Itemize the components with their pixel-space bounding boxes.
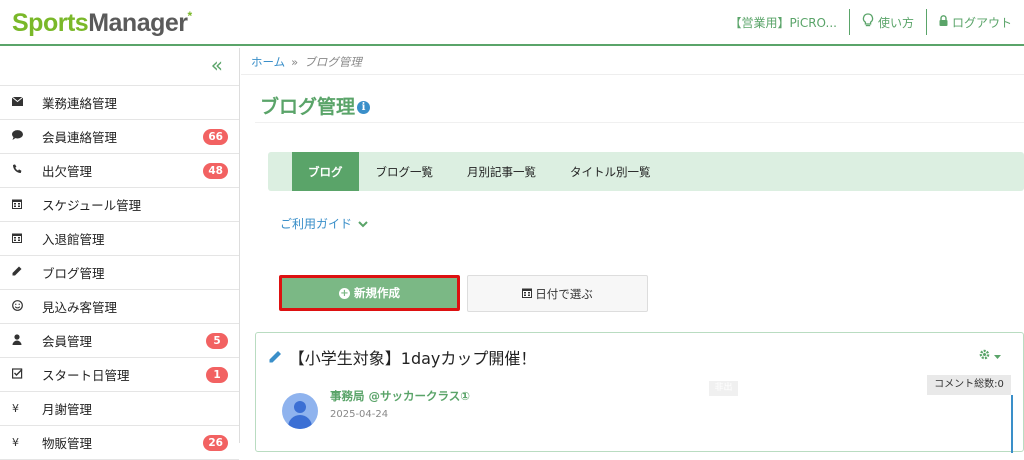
unread-badge: 1 <box>206 367 228 383</box>
pencil-icon <box>12 266 42 279</box>
sidebar-item-label: 業務連絡管理 <box>42 96 118 111</box>
info-icon[interactable]: i <box>357 101 371 114</box>
breadcrumb-current: ブログ管理 <box>304 55 362 69</box>
sidebar-item-label: スタート日管理 <box>42 368 130 383</box>
select-by-date-label: 日付で選ぶ <box>535 286 593 301</box>
select-by-date-button[interactable]: 日付で選ぶ <box>467 275 648 312</box>
sidebar-item-merchandise[interactable]: ¥ 物販管理 26 <box>0 426 239 460</box>
chevron-down-icon <box>358 217 368 231</box>
new-post-label: 新規作成 <box>354 286 400 300</box>
sidebar-item-business-contact[interactable]: 業務連絡管理 <box>0 86 239 120</box>
smile-icon <box>12 299 42 314</box>
sidebar-item-monthly-fee[interactable]: ¥ 月謝管理 <box>0 392 239 426</box>
logo-text-sports: Sports <box>12 9 89 37</box>
avatar-body <box>288 415 312 429</box>
yen-icon: ¥ <box>12 402 19 415</box>
unread-badge: 66 <box>203 129 228 145</box>
post-title[interactable]: 【小学生対象】1dayカップ開催！ <box>268 345 536 369</box>
sidebar-item-label: 見込み客管理 <box>42 300 118 315</box>
sidebar-item-label: 月謝管理 <box>42 402 93 417</box>
page-title-text: ブログ管理 <box>260 96 356 118</box>
unread-badge: 5 <box>206 333 228 349</box>
sidebar-item-label: 会員管理 <box>42 334 93 349</box>
sidebar-item-entry-exit[interactable]: 入退館管理 <box>0 222 239 256</box>
sidebar-item-label: 出欠管理 <box>42 164 93 179</box>
post-date: 2025-04-24 <box>330 409 389 420</box>
logout-link[interactable]: ログアウト <box>927 8 1024 36</box>
sidebar-item-start-date[interactable]: スタート日管理 1 <box>0 358 239 392</box>
pencil-icon <box>268 350 287 368</box>
sidebar-item-label: ブログ管理 <box>42 266 105 281</box>
top-right-menu: 【営業用】PiCRO... 使い方 ログアウト <box>718 8 1024 36</box>
phone-icon <box>12 164 42 177</box>
post-settings-dropdown[interactable] <box>979 349 1001 363</box>
sidebar-collapse-button[interactable]: « <box>0 48 239 86</box>
sidebar-item-members[interactable]: 会員管理 5 <box>0 324 239 358</box>
calendar-icon <box>12 198 42 212</box>
logout-label: ログアウト <box>951 15 1012 30</box>
unread-badge: 26 <box>203 435 228 451</box>
lightbulb-icon <box>862 13 874 31</box>
sidebar-item-label: スケジュール管理 <box>42 198 142 213</box>
plus-circle-icon: + <box>339 287 350 299</box>
avatar <box>282 393 318 429</box>
gear-icon <box>979 349 994 363</box>
usage-guide-label: ご利用ガイド <box>280 217 353 231</box>
user-icon <box>12 333 42 348</box>
blog-post-card: 【小学生対象】1dayカップ開催！ 非出 コメント総数:0 事務局 @サッカーク… <box>255 332 1024 453</box>
breadcrumb: ホーム » ブログ管理 <box>251 54 362 70</box>
comment-count: コメント総数:0 <box>927 375 1011 395</box>
comment-indicator <box>1011 395 1013 453</box>
breadcrumb-separator: » <box>291 55 299 69</box>
status-badge: 非出 <box>709 381 738 396</box>
tab-by-title[interactable]: タイトル別一覧 <box>553 152 668 191</box>
logo-text-manager: Manager <box>88 9 188 37</box>
help-label: 使い方 <box>877 15 914 30</box>
tab-blog[interactable]: ブログ <box>292 152 359 191</box>
breadcrumb-home-link[interactable]: ホーム <box>251 55 285 69</box>
post-author[interactable]: 事務局 @サッカークラス① <box>330 388 470 404</box>
tab-blog-list[interactable]: ブログ一覧 <box>359 152 451 191</box>
sidebar: « 業務連絡管理 会員連絡管理 66 出欠管理 48 スケジュール管理 入退館管… <box>0 48 240 460</box>
caret-down-icon <box>994 349 1001 363</box>
logo-star: * <box>187 9 193 23</box>
double-chevron-left-icon: « <box>210 53 223 77</box>
new-post-button[interactable]: + 新規作成 <box>279 275 460 311</box>
calendar-icon <box>522 287 533 301</box>
check-square-icon <box>12 367 42 382</box>
sidebar-item-blog[interactable]: ブログ管理 <box>0 256 239 290</box>
help-link[interactable]: 使い方 <box>850 8 926 36</box>
divider <box>241 74 1024 75</box>
sidebar-item-member-contact[interactable]: 会員連絡管理 66 <box>0 120 239 154</box>
sidebar-item-attendance[interactable]: 出欠管理 48 <box>0 154 239 188</box>
sportsmanager-logo[interactable]: SportsManager* <box>12 9 192 38</box>
account-label: 【営業用】PiCRO... <box>729 15 837 30</box>
top-bar: SportsManager* 【営業用】PiCRO... 使い方 ログアウト <box>0 0 1024 46</box>
unread-badge: 48 <box>203 163 228 179</box>
main-content: ホーム» ブログ管理 ブログ管理 i ブログ ブログ一覧 月別記事一覧 タイトル別一… <box>241 48 1024 453</box>
divider <box>255 122 1024 123</box>
tab-monthly-articles[interactable]: 月別記事一覧 <box>450 152 553 191</box>
tab-bar: ブログ ブログ一覧 月別記事一覧 タイトル別一覧 <box>268 152 1024 191</box>
comment-icon <box>12 130 42 143</box>
calendar-icon <box>12 232 42 246</box>
account-link[interactable]: 【営業用】PiCRO... <box>718 8 849 36</box>
avatar-head <box>294 401 306 413</box>
sidebar-item-prospects[interactable]: 見込み客管理 <box>0 290 239 324</box>
sidebar-item-schedule[interactable]: スケジュール管理 <box>0 188 239 222</box>
sidebar-item-label: 入退館管理 <box>42 232 105 247</box>
usage-guide-toggle[interactable]: ご利用ガイド <box>280 215 368 232</box>
post-title-text: 【小学生対象】1dayカップ開催！ <box>288 349 537 368</box>
page-title: ブログ管理 i <box>260 92 371 119</box>
sidebar-item-label: 会員連絡管理 <box>42 130 118 145</box>
lock-icon <box>939 15 948 29</box>
envelope-icon <box>11 96 42 109</box>
